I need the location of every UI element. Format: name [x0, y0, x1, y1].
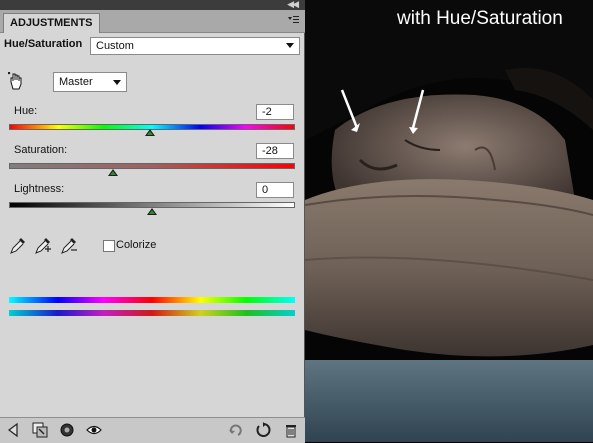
- eyedropper-minus-icon[interactable]: [61, 237, 77, 255]
- preset-value: Custom: [96, 40, 134, 52]
- hue-label: Hue:: [14, 105, 38, 117]
- colorize-label: Colorize: [116, 239, 157, 251]
- saturation-slider-track[interactable]: [9, 163, 295, 169]
- eye-icon[interactable]: [86, 422, 102, 438]
- double-chevron-right-icon[interactable]: ◀◀: [287, 0, 299, 10]
- lightness-input[interactable]: 0: [256, 182, 294, 198]
- channel-dropdown[interactable]: Master: [53, 72, 127, 92]
- visibility-toggle-icon[interactable]: [59, 422, 75, 438]
- bottom-toolbar: [0, 417, 305, 443]
- panel-tab-strip: ADJUSTMENTS: [0, 10, 305, 33]
- photo-sleeping-woman: [305, 0, 593, 442]
- chevron-down-icon: [113, 80, 121, 85]
- adjustments-panel: ◀◀ ADJUSTMENTS Hue/Saturation Custom Mas…: [0, 0, 305, 443]
- reset-icon[interactable]: [255, 422, 271, 438]
- photo-caption: with Hue/Saturation: [397, 8, 563, 29]
- input-color-spectrum: [9, 297, 295, 303]
- trash-icon[interactable]: [283, 422, 299, 438]
- preset-dropdown[interactable]: Custom: [90, 37, 300, 55]
- eyedropper-icon[interactable]: [10, 237, 26, 255]
- saturation-input[interactable]: -28: [256, 143, 294, 159]
- clip-to-layer-icon[interactable]: [32, 422, 48, 438]
- saturation-label: Saturation:: [14, 144, 68, 156]
- panel-collapse-bar[interactable]: ◀◀: [0, 0, 305, 10]
- photo-canvas: with Hue/Saturation: [305, 0, 593, 442]
- preset-title: Hue/Saturation: [4, 38, 83, 50]
- colorize-checkbox[interactable]: [103, 240, 115, 252]
- tab-adjustments[interactable]: ADJUSTMENTS: [3, 13, 100, 33]
- output-color-spectrum: [9, 310, 295, 316]
- hue-input[interactable]: -2: [256, 104, 294, 120]
- channel-value: Master: [59, 76, 93, 88]
- panel-menu-icon[interactable]: [287, 14, 299, 26]
- eyedropper-plus-icon[interactable]: [35, 237, 51, 255]
- back-icon[interactable]: [5, 422, 21, 438]
- view-previous-state-icon[interactable]: [228, 422, 244, 438]
- chevron-down-icon: [286, 43, 294, 48]
- lightness-label: Lightness:: [14, 183, 65, 195]
- targeted-adjustment-hand-icon[interactable]: [8, 72, 24, 90]
